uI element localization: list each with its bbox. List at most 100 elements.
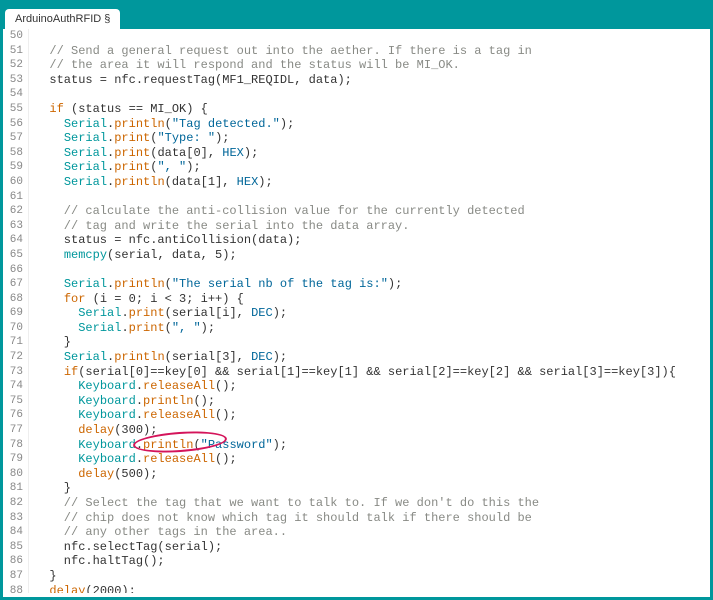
- code-line[interactable]: 50: [3, 29, 710, 44]
- line-number: 80: [3, 467, 29, 482]
- line-number: 71: [3, 335, 29, 350]
- line-content: status = nfc.antiCollision(data);: [29, 233, 301, 248]
- line-number: 53: [3, 73, 29, 88]
- code-line[interactable]: 83 // chip does not know which tag it sh…: [3, 511, 710, 526]
- line-number: 78: [3, 438, 29, 453]
- line-number: 69: [3, 306, 29, 321]
- code-line[interactable]: 71 }: [3, 335, 710, 350]
- code-area[interactable]: 50 51 // Send a general request out into…: [3, 29, 710, 593]
- line-content: delay(300);: [29, 423, 157, 438]
- code-line[interactable]: 76 Keyboard.releaseAll();: [3, 408, 710, 423]
- line-content: // tag and write the serial into the dat…: [29, 219, 409, 234]
- code-line[interactable]: 87 }: [3, 569, 710, 584]
- line-content: }: [29, 481, 71, 496]
- line-number: 88: [3, 584, 29, 593]
- line-number: 54: [3, 87, 29, 102]
- line-content: delay(500);: [29, 467, 157, 482]
- line-content: Keyboard.println("Password");: [29, 438, 287, 453]
- code-line[interactable]: 56 Serial.println("Tag detected.");: [3, 117, 710, 132]
- line-content: Keyboard.releaseAll();: [29, 452, 237, 467]
- code-line[interactable]: 67 Serial.println("The serial nb of the …: [3, 277, 710, 292]
- code-line[interactable]: 73 if(serial[0]==key[0] && serial[1]==ke…: [3, 365, 710, 380]
- code-line[interactable]: 69 Serial.print(serial[i], DEC);: [3, 306, 710, 321]
- editor-frame: ArduinoAuthRFID § 50 51 // Send a genera…: [0, 0, 713, 600]
- line-number: 57: [3, 131, 29, 146]
- code-line[interactable]: 80 delay(500);: [3, 467, 710, 482]
- line-number: 58: [3, 146, 29, 161]
- line-number: 60: [3, 175, 29, 190]
- line-number: 61: [3, 190, 29, 205]
- code-line[interactable]: 88 delay(2000);: [3, 584, 710, 593]
- line-content: // the area it will respond and the stat…: [29, 58, 460, 73]
- line-number: 87: [3, 569, 29, 584]
- line-number: 84: [3, 525, 29, 540]
- bottom-padding: [3, 593, 710, 597]
- code-line[interactable]: 84 // any other tags in the area..: [3, 525, 710, 540]
- code-line[interactable]: 78 Keyboard.println("Password");: [3, 438, 710, 453]
- line-content: for (i = 0; i < 3; i++) {: [29, 292, 244, 307]
- code-lines: 50 51 // Send a general request out into…: [3, 29, 710, 593]
- line-content: [29, 263, 35, 278]
- code-line[interactable]: 60 Serial.println(data[1], HEX);: [3, 175, 710, 190]
- code-line[interactable]: 62 // calculate the anti-collision value…: [3, 204, 710, 219]
- line-number: 52: [3, 58, 29, 73]
- code-line[interactable]: 55 if (status == MI_OK) {: [3, 102, 710, 117]
- line-number: 55: [3, 102, 29, 117]
- line-number: 77: [3, 423, 29, 438]
- line-number: 76: [3, 408, 29, 423]
- code-line[interactable]: 85 nfc.selectTag(serial);: [3, 540, 710, 555]
- line-number: 86: [3, 554, 29, 569]
- code-line[interactable]: 52 // the area it will respond and the s…: [3, 58, 710, 73]
- code-line[interactable]: 59 Serial.print(", ");: [3, 160, 710, 175]
- line-number: 81: [3, 481, 29, 496]
- tab-bar: ArduinoAuthRFID §: [3, 3, 710, 29]
- code-line[interactable]: 72 Serial.println(serial[3], DEC);: [3, 350, 710, 365]
- tab-title: ArduinoAuthRFID §: [15, 13, 110, 25]
- line-content: }: [29, 335, 71, 350]
- line-content: // Send a general request out into the a…: [29, 44, 532, 59]
- line-number: 66: [3, 263, 29, 278]
- code-line[interactable]: 74 Keyboard.releaseAll();: [3, 379, 710, 394]
- line-number: 83: [3, 511, 29, 526]
- line-number: 70: [3, 321, 29, 336]
- line-content: Serial.print(", ");: [29, 321, 215, 336]
- line-content: Serial.println(serial[3], DEC);: [29, 350, 287, 365]
- code-line[interactable]: 65 memcpy(serial, data, 5);: [3, 248, 710, 263]
- line-number: 51: [3, 44, 29, 59]
- line-content: Serial.println("The serial nb of the tag…: [29, 277, 402, 292]
- line-content: [29, 87, 35, 102]
- line-content: if (status == MI_OK) {: [29, 102, 208, 117]
- line-number: 67: [3, 277, 29, 292]
- code-line[interactable]: 54: [3, 87, 710, 102]
- line-content: Keyboard.println();: [29, 394, 215, 409]
- line-content: Keyboard.releaseAll();: [29, 379, 237, 394]
- code-line[interactable]: 75 Keyboard.println();: [3, 394, 710, 409]
- code-line[interactable]: 77 delay(300);: [3, 423, 710, 438]
- line-content: Serial.print(serial[i], DEC);: [29, 306, 287, 321]
- line-number: 74: [3, 379, 29, 394]
- line-content: memcpy(serial, data, 5);: [29, 248, 237, 263]
- code-line[interactable]: 64 status = nfc.antiCollision(data);: [3, 233, 710, 248]
- code-line[interactable]: 70 Serial.print(", ");: [3, 321, 710, 336]
- code-line[interactable]: 81 }: [3, 481, 710, 496]
- code-line[interactable]: 66: [3, 263, 710, 278]
- line-content: // Select the tag that we want to talk t…: [29, 496, 539, 511]
- code-line[interactable]: 57 Serial.print("Type: ");: [3, 131, 710, 146]
- code-line[interactable]: 82 // Select the tag that we want to tal…: [3, 496, 710, 511]
- line-number: 64: [3, 233, 29, 248]
- code-line[interactable]: 68 for (i = 0; i < 3; i++) {: [3, 292, 710, 307]
- code-line[interactable]: 86 nfc.haltTag();: [3, 554, 710, 569]
- code-line[interactable]: 53 status = nfc.requestTag(MF1_REQIDL, d…: [3, 73, 710, 88]
- file-tab[interactable]: ArduinoAuthRFID §: [5, 9, 120, 29]
- line-number: 59: [3, 160, 29, 175]
- line-number: 56: [3, 117, 29, 132]
- code-line[interactable]: 51 // Send a general request out into th…: [3, 44, 710, 59]
- code-line[interactable]: 61: [3, 190, 710, 205]
- line-content: [29, 29, 42, 44]
- line-content: }: [29, 569, 57, 584]
- line-number: 72: [3, 350, 29, 365]
- line-number: 63: [3, 219, 29, 234]
- code-line[interactable]: 58 Serial.print(data[0], HEX);: [3, 146, 710, 161]
- code-line[interactable]: 79 Keyboard.releaseAll();: [3, 452, 710, 467]
- code-line[interactable]: 63 // tag and write the serial into the …: [3, 219, 710, 234]
